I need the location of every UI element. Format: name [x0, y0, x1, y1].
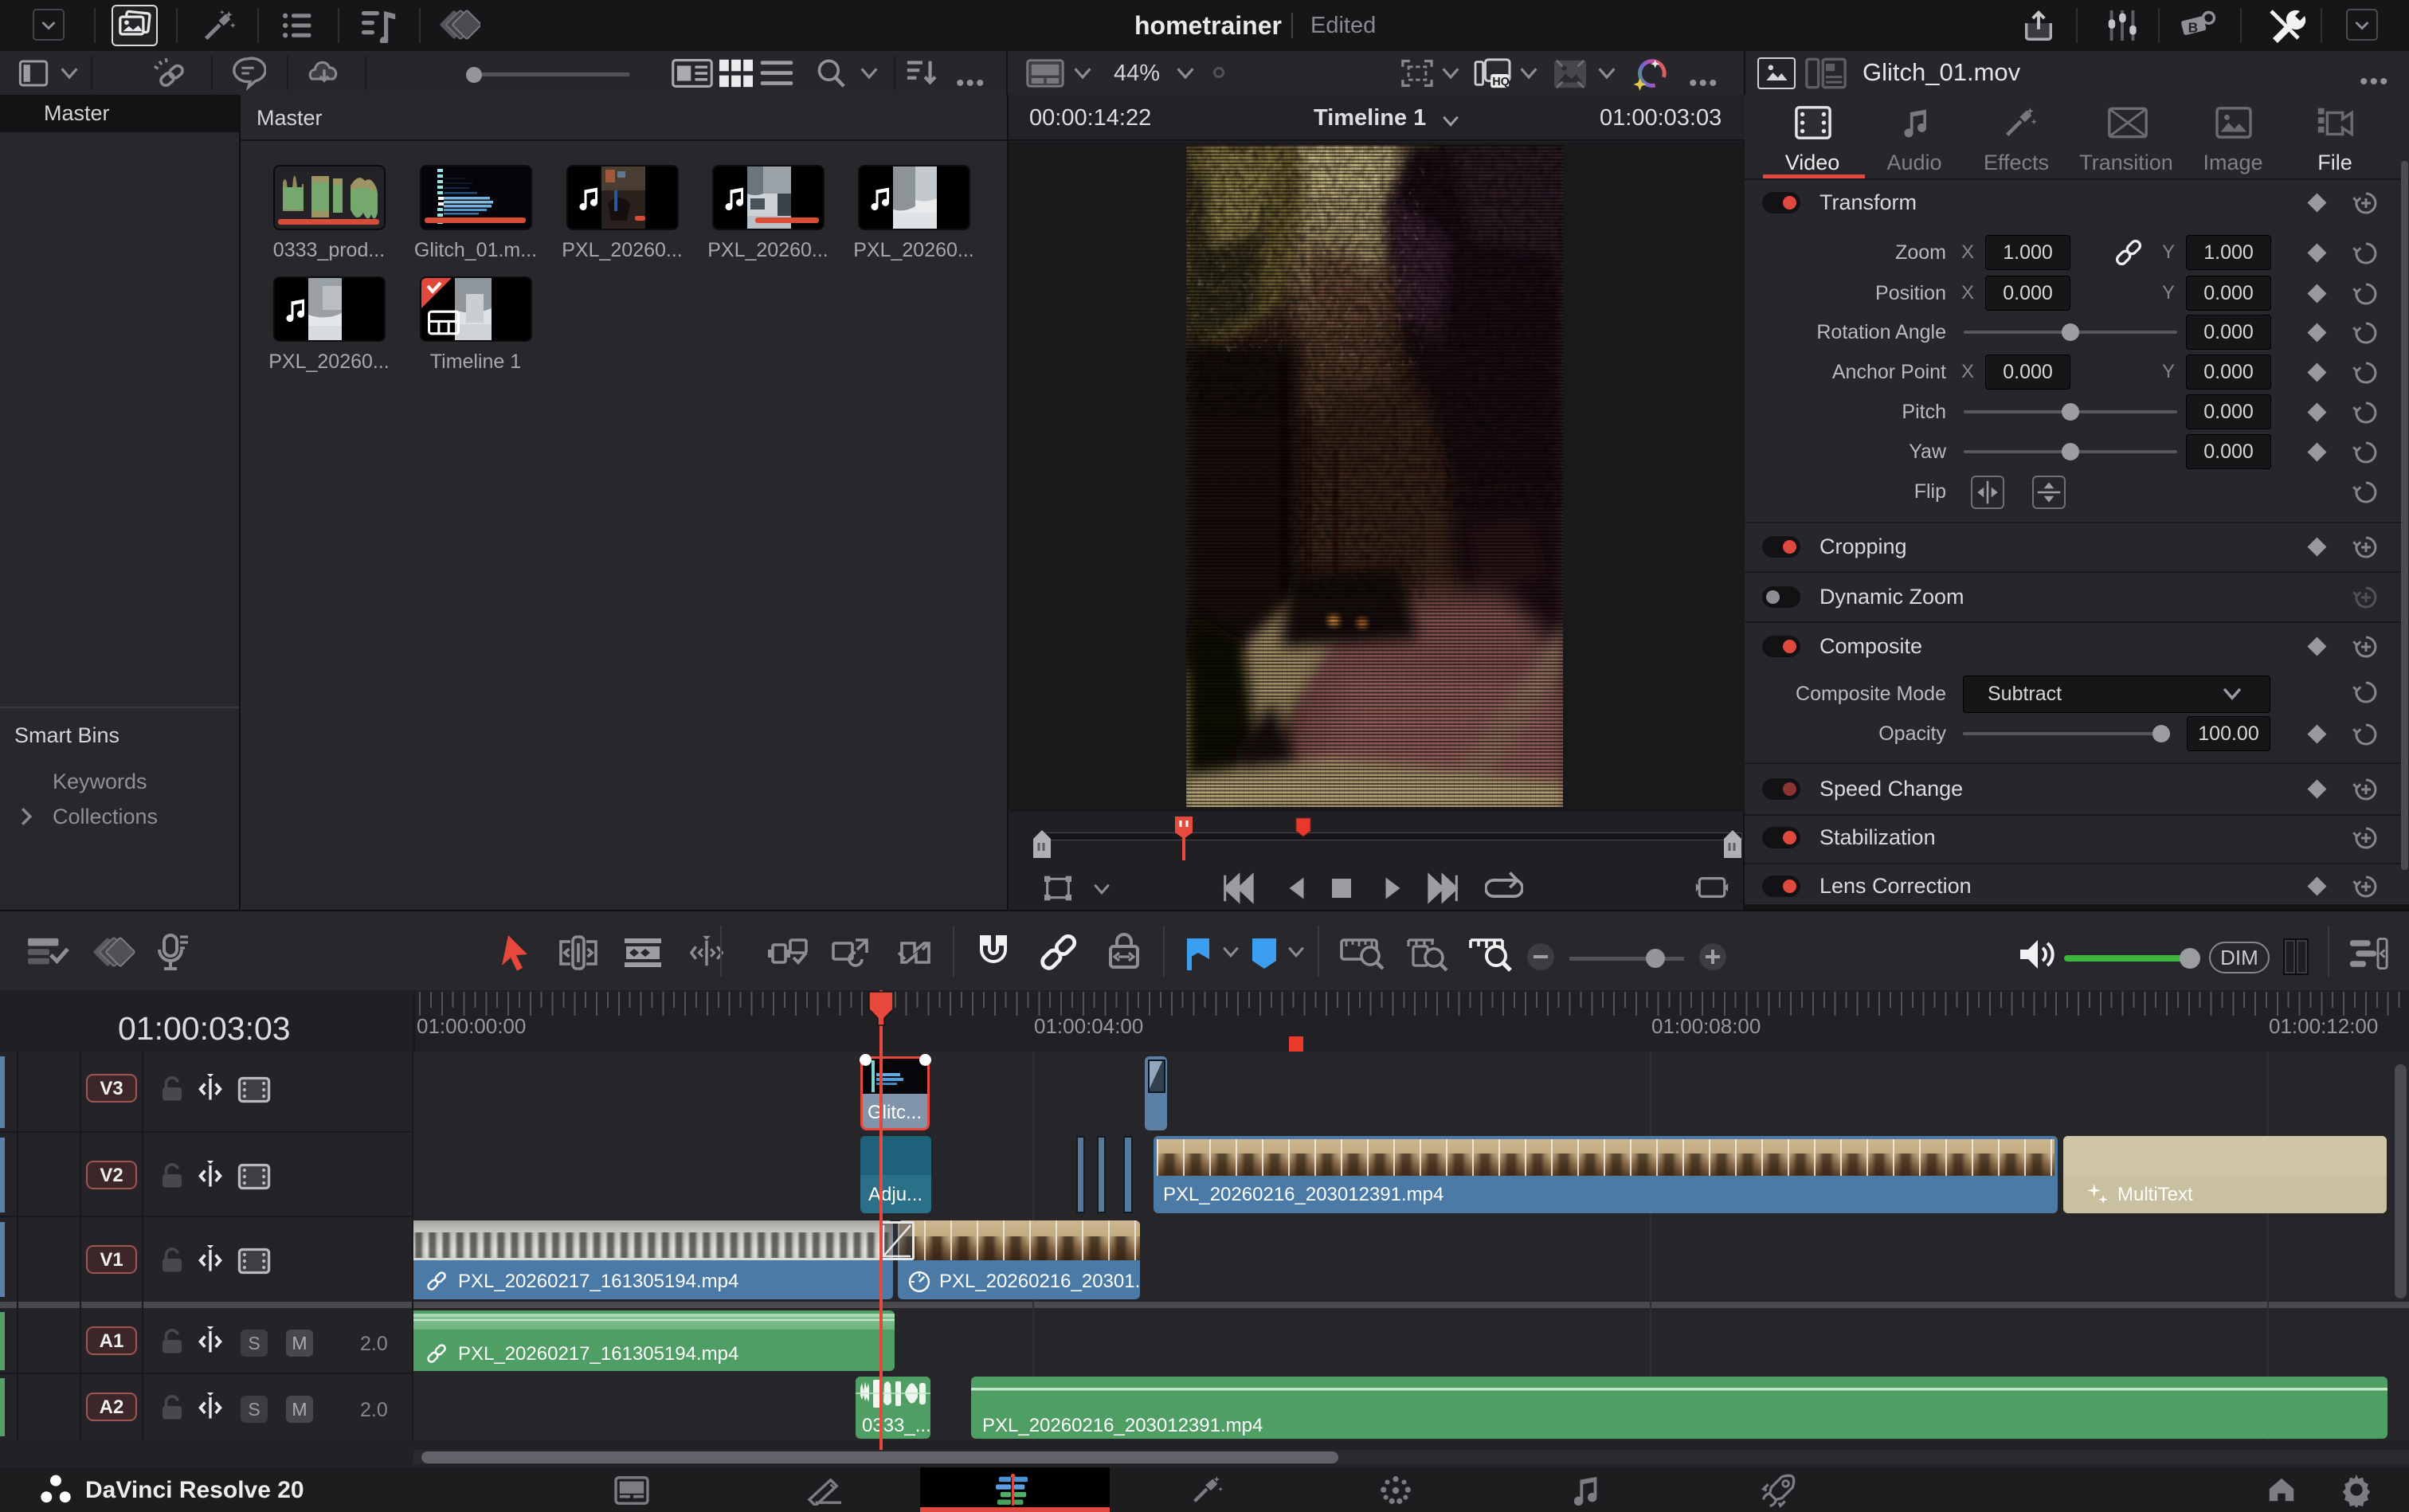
svg-text:B: B [2188, 20, 2198, 36]
svg-text:HQ: HQ [1492, 76, 1509, 88]
